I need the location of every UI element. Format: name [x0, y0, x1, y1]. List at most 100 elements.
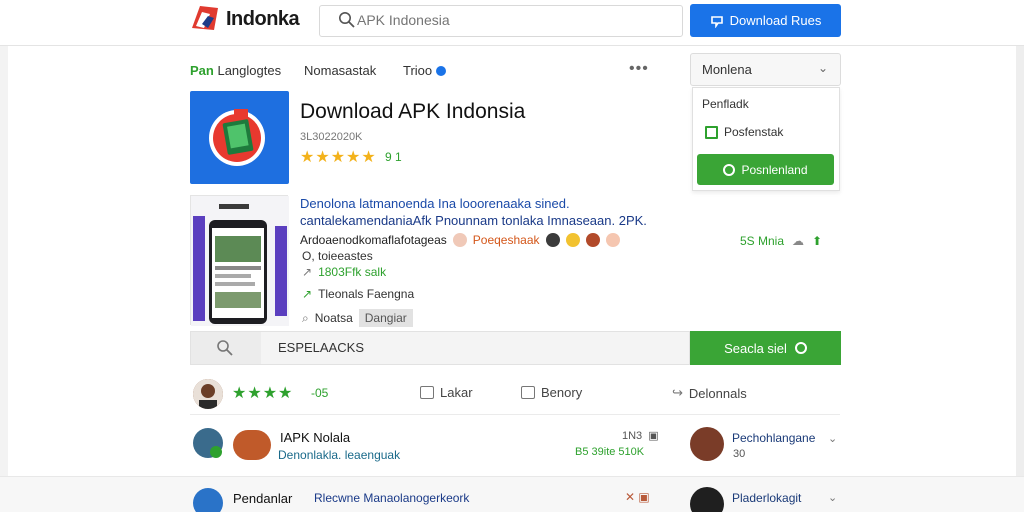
chevron-down-icon: ⌄ [818, 61, 829, 75]
right-name-2[interactable]: Pladerlokagit [732, 491, 801, 505]
download-button[interactable]: Download Rues [690, 4, 841, 37]
app-screenshot[interactable] [190, 195, 289, 326]
reply-label: Benory [541, 385, 583, 400]
app-meta: 3L3022020K [300, 131, 363, 143]
phone-screenshot-image [191, 196, 289, 326]
stat-right-label: 5S Mnia [740, 234, 785, 248]
document-icon [705, 125, 718, 139]
info-row-tag: Poeqeshaak [472, 233, 540, 247]
nav-item-1-label: Langlogtes [217, 63, 282, 78]
meta-line-4: ⌕ Noatsa Dangiar [302, 309, 413, 327]
meta-line-4-label: Noatsa [314, 311, 353, 325]
rating-value: 9 1 [385, 150, 402, 164]
nav-item-3-label: Trioo [403, 63, 433, 78]
list-item-2-icons: ✕ ▣ [625, 490, 650, 504]
star-icon [585, 233, 600, 247]
comment-icon [521, 386, 535, 399]
list-item-1-num-top-label: 1N3 [622, 429, 643, 442]
meta-line-1-label: O, toieeastes [302, 249, 373, 263]
info-row: Ardoaenodkomaflafotageas Poeqeshaak [300, 233, 620, 247]
online-badge-icon [210, 446, 222, 458]
list-item-1-title[interactable]: IAPK Nolala [280, 430, 350, 445]
circle-icon [723, 163, 736, 176]
site-logo-icon[interactable] [190, 2, 220, 36]
list-item-2-title[interactable]: Pendanlar [233, 491, 292, 506]
app-icon[interactable] [190, 91, 289, 184]
like-action[interactable]: Lakar [420, 385, 473, 400]
like-icon [420, 386, 434, 399]
download-arrow-icon[interactable]: ⬆ [812, 234, 822, 248]
language-dropdown-value: Monlena [702, 62, 752, 77]
reply-action[interactable]: Benory [521, 385, 582, 400]
menu-item-2[interactable]: Posfenstak [705, 125, 783, 139]
list-item-2-sub: Rlecwne Manaolanogerkeork [314, 491, 470, 505]
meta-line-2-label: 1803Ffk salk [318, 265, 387, 279]
arrow-green-icon: ↗ [302, 287, 313, 301]
circle-icon-2 [794, 342, 807, 354]
person-avatar-image [193, 379, 223, 409]
download-button-label: Download Rues [729, 13, 822, 28]
meta-line-3-label: Tleonals Faengna [318, 287, 415, 301]
menu-action-button[interactable]: Posnlenland [697, 154, 834, 185]
menu-item-2-label: Posfenstak [724, 125, 784, 139]
cloud-icon: ☁ [792, 234, 805, 248]
nav-item-3[interactable]: Trioo [403, 63, 447, 78]
right-name-1[interactable]: Pechohlangane [732, 431, 815, 445]
right-num-1: 30 [733, 448, 746, 460]
secondary-search-button-label: Seacla siel [724, 340, 787, 356]
nav-badge-icon [436, 65, 447, 76]
avatar-icon [545, 233, 560, 247]
secondary-search-bar[interactable] [190, 331, 690, 365]
meta-line-1: O, toieeastes [302, 249, 373, 263]
category-tag[interactable]: Dangiar [358, 309, 413, 327]
reviewer-avatar[interactable] [193, 379, 223, 409]
meta-line-2: ↗ 1803Ffk salk [302, 265, 386, 279]
site-logo-text[interactable]: Indonka [226, 8, 300, 31]
face-icon [452, 233, 467, 247]
list-item-1-num-top: 1N3 ▣ [622, 429, 659, 443]
right-avatar-1[interactable] [690, 427, 724, 461]
link-icon: ⌕ [302, 310, 309, 325]
list-avatar-2[interactable] [193, 488, 223, 512]
share-label: Delonnals [688, 385, 747, 401]
left-gutter [0, 46, 8, 512]
review-rating: -05 [311, 386, 329, 400]
review-stars: ★★★★ [232, 385, 294, 402]
menu-item-1[interactable]: Penfladk [702, 97, 749, 111]
info-row-text: Ardoaenodkomaflafotageas [300, 233, 447, 247]
description-line-2: cantalekamendaniaAfk Pnounnam tonlaka Im… [300, 213, 647, 228]
nav-item-2[interactable]: Nomasastak [304, 63, 376, 78]
secondary-search-icon [217, 340, 233, 356]
arrow-icon: ↗ [302, 265, 313, 279]
smile-icon [565, 233, 580, 247]
list-item-1-num-bottom: B5 39ite 510K [575, 446, 644, 458]
stat-right: 5S Mnia ☁ ⬆ [740, 234, 822, 248]
nav-item-1[interactable]: Pan Langlogtes [190, 63, 281, 78]
menu-action-label: Posnlenland [741, 162, 808, 177]
list-item-1-sub: Denonlakla. leaenguak [278, 448, 401, 462]
list-avatar-1b[interactable] [233, 430, 271, 460]
search-input[interactable] [357, 8, 667, 32]
face-icon-2 [605, 233, 620, 247]
app-title: Download APK Indonsia [300, 100, 526, 123]
image-icon: ▣ [648, 430, 659, 442]
download-icon [710, 15, 723, 28]
nav-item-1-bold: Pan [190, 63, 214, 78]
bottom-band [0, 476, 1024, 512]
more-options-icon[interactable]: ••• [629, 60, 649, 78]
share-icon: ↪ [672, 385, 683, 400]
meta-line-3: ↗ Tleonals Faengna [302, 287, 414, 301]
share-action[interactable]: ↪ Delonnals [672, 385, 747, 401]
chevron-down-icon-3[interactable]: ⌄ [828, 491, 837, 504]
secondary-search-input[interactable]: ESPELAACKS [278, 340, 364, 355]
rating-stars: ★★★★★ [300, 149, 377, 166]
secondary-search-button[interactable]: Seacla siel [690, 331, 841, 365]
app-logo-icon [209, 109, 265, 166]
divider-1 [190, 414, 840, 415]
description-line-1: Denolona latmanoenda Ina looorenaaka sin… [300, 196, 570, 211]
search-icon [339, 12, 355, 28]
chevron-down-icon-2[interactable]: ⌄ [828, 432, 837, 445]
list-item-1-num-bottom-label: B5 39ite 510K [575, 446, 645, 458]
like-label: Lakar [440, 385, 473, 400]
right-scroll-gutter[interactable] [1016, 46, 1024, 512]
